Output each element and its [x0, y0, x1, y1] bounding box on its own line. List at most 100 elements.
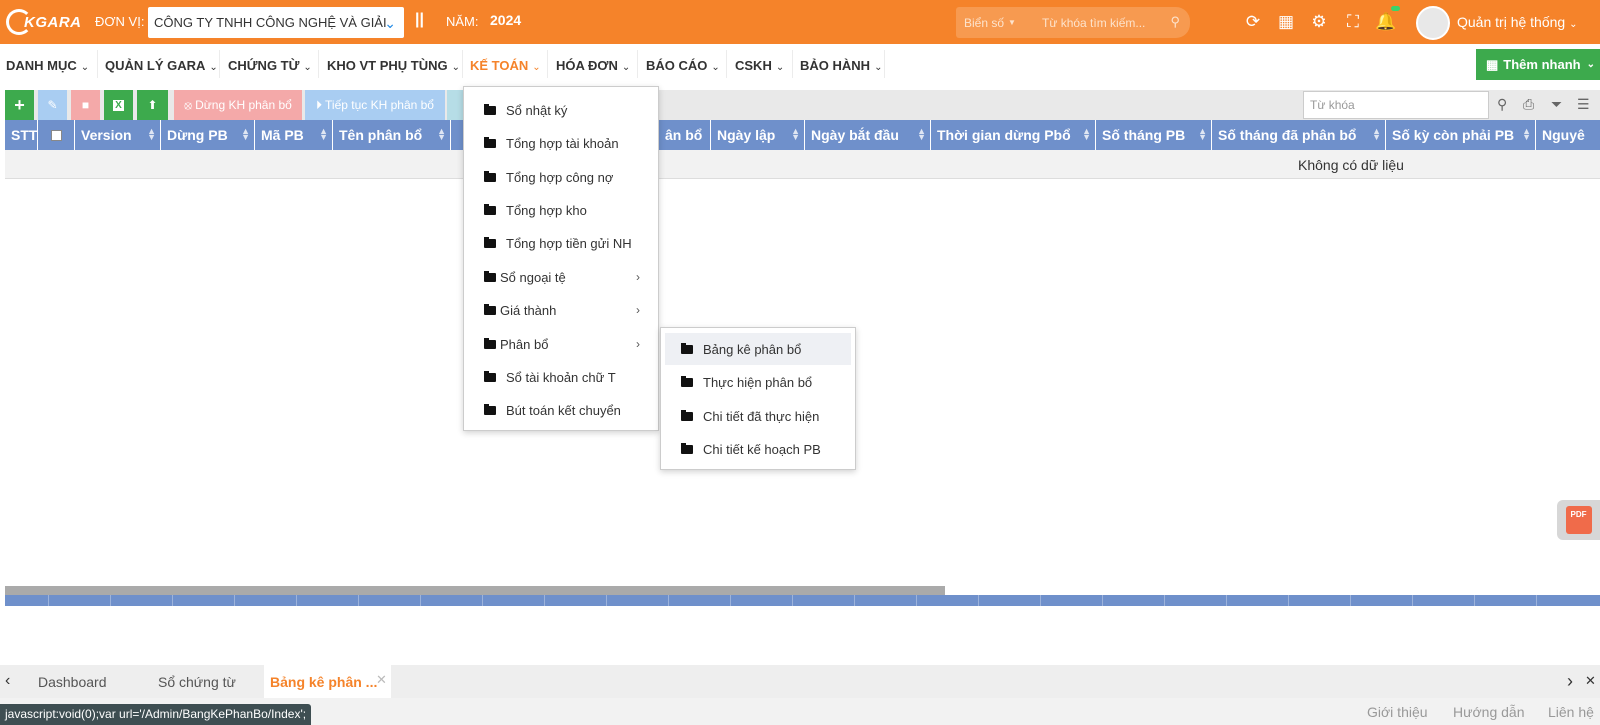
- col-so-ky-con-lai[interactable]: Số kỳ còn phải PB ▲ ▼: [1386, 120, 1536, 150]
- unit-select[interactable]: CÔNG TY TNHH CÔNG NGHỆ VÀ GIẢI ⌄: [148, 7, 404, 38]
- import-button[interactable]: ⬆: [137, 90, 168, 120]
- col-label: Ngày bắt đầu: [811, 127, 899, 143]
- search-icon[interactable]: ⚲: [1497, 96, 1507, 113]
- chevron-down-icon: ⌄: [1569, 19, 1578, 30]
- quick-add-button[interactable]: ▦ Thêm nhanh ⌄: [1476, 49, 1600, 80]
- plate-select-label: Biển số: [964, 15, 1005, 30]
- search-icon[interactable]: ⚲: [1170, 14, 1180, 30]
- menu-danh-muc[interactable]: DANH MỤC ⌄: [6, 58, 89, 73]
- pdf-button[interactable]: PDF: [1557, 500, 1600, 540]
- resume-icon: ⏵: [316, 97, 323, 112]
- menu-item-chi-tiet-ke-hoach-pb[interactable]: Chi tiết kế hoạch PB: [665, 433, 851, 465]
- select-all-checkbox[interactable]: [50, 129, 62, 141]
- menu-item-so-nhat-ky[interactable]: Sổ nhật ký: [464, 94, 658, 126]
- col-so-thang-da-pb[interactable]: Số tháng đã phân bổ ▲ ▼: [1212, 120, 1386, 150]
- col-ngay-lap[interactable]: Ngày lập ▲ ▼: [711, 120, 805, 150]
- export-excel-button[interactable]: X: [104, 90, 133, 120]
- edit-button[interactable]: ✎: [38, 90, 67, 120]
- folder-icon: [484, 270, 496, 282]
- footer-link-gioi-thieu[interactable]: Giới thiệu: [1367, 704, 1428, 720]
- tab-dashboard[interactable]: Dashboard: [38, 674, 107, 690]
- quick-add-label: Thêm nhanh: [1503, 57, 1581, 72]
- menu-divider: [792, 50, 793, 78]
- horizontal-scrollbar[interactable]: [5, 586, 945, 595]
- col-ten-phan-bo[interactable]: Tên phân bổ ▲ ▼: [333, 120, 451, 150]
- col-version[interactable]: Version ▲ ▼: [75, 120, 161, 150]
- menu-item-chi-tiet-da-thuc-hien[interactable]: Chi tiết đã thực hiện: [665, 400, 851, 432]
- col-nguyen[interactable]: Nguyê: [1536, 120, 1600, 150]
- fullscreen-icon[interactable]: ⛶: [1342, 11, 1364, 33]
- chevron-right-icon[interactable]: ›: [1567, 671, 1573, 692]
- menu-bao-hanh[interactable]: BẢO HÀNH ⌄: [800, 58, 882, 73]
- filter-icon[interactable]: ⏷: [1551, 96, 1562, 113]
- menu-bao-cao[interactable]: BÁO CÁO ⌄: [646, 58, 720, 73]
- sort-icon: ▲ ▼: [147, 126, 156, 142]
- menu-cskh[interactable]: CSKH ⌄: [735, 58, 784, 73]
- menu-quan-ly-gara[interactable]: QUẢN LÝ GARA ⌄: [105, 58, 218, 73]
- menu-divider: [219, 50, 220, 78]
- delete-button[interactable]: ■: [71, 90, 100, 120]
- bell-icon[interactable]: 🔔: [1375, 11, 1397, 33]
- tab-bang-ke-phan-bo[interactable]: Bảng kê phân ...: [270, 674, 377, 690]
- col-ngay-bat-dau[interactable]: Ngày bắt đầu ▲ ▼: [805, 120, 931, 150]
- menu-item-tong-hop-tai-khoan[interactable]: Tổng hợp tài khoản: [464, 127, 658, 159]
- footer-divider: [1536, 595, 1537, 606]
- menu-item-but-toan-ket-chuyen[interactable]: Bút toán kết chuyển: [464, 394, 658, 426]
- menu-kho-vt[interactable]: KHO VT PHỤ TÙNG ⌄: [327, 58, 460, 73]
- global-search-placeholder: Từ khóa tìm kiếm...: [1042, 15, 1146, 30]
- keyword-input[interactable]: Từ khóa: [1303, 91, 1489, 119]
- grid-icon[interactable]: ▦: [1275, 11, 1297, 33]
- folder-icon: [484, 103, 496, 115]
- status-url: javascript:void(0);var url='/Admin/BangK…: [0, 704, 312, 725]
- more-button[interactable]: [447, 90, 463, 120]
- add-button[interactable]: +: [5, 90, 34, 120]
- menu-chung-tu[interactable]: CHỨNG TỪ ⌄: [228, 58, 312, 73]
- global-search-input[interactable]: Từ khóa tìm kiếm... ⚲: [1022, 7, 1190, 38]
- chevron-left-icon[interactable]: ‹: [5, 672, 10, 690]
- close-all-tabs-icon[interactable]: ✕: [1585, 673, 1596, 689]
- menu-item-tong-hop-cong-no[interactable]: Tổng hợp công nợ: [464, 161, 658, 193]
- refresh-icon[interactable]: ⟳: [1242, 11, 1264, 33]
- menu-item-tong-hop-kho[interactable]: Tổng hợp kho: [464, 194, 658, 226]
- close-tab-icon[interactable]: ✕: [376, 672, 387, 688]
- footer-divider: [792, 595, 793, 606]
- menu-item-phan-bo[interactable]: Phân bổ ›: [464, 328, 658, 360]
- menu-item-gia-thanh[interactable]: Giá thành ›: [464, 294, 658, 326]
- sort-icon: ▲ ▼: [1522, 126, 1531, 142]
- continue-plan-button[interactable]: ⏵ Tiếp tục KH phân bổ: [305, 90, 445, 120]
- sort-icon: ▲ ▼: [1372, 126, 1381, 142]
- stop-plan-label: Dừng KH phân bổ: [195, 98, 292, 112]
- col-dung-pb[interactable]: Dừng PB ▲ ▼: [161, 120, 255, 150]
- column-list-icon[interactable]: ☰: [1577, 96, 1590, 113]
- menu-item-so-ngoai-te[interactable]: Sổ ngoại tệ ›: [464, 261, 658, 293]
- menu-item-bang-ke-phan-bo[interactable]: Bảng kê phân bổ: [665, 333, 851, 365]
- menu-label: DANH MỤC: [6, 58, 77, 73]
- avatar[interactable]: [1416, 6, 1450, 40]
- footer-link-huong-dan[interactable]: Hướng dẫn: [1453, 704, 1524, 720]
- menu-label: CHỨNG TỪ: [228, 58, 300, 73]
- plate-select[interactable]: Biển số ▼: [956, 7, 1022, 38]
- col-thoi-gian-dung[interactable]: Thời gian dừng Pbổ ▲ ▼: [931, 120, 1096, 150]
- col-ma-pb[interactable]: Mã PB ▲ ▼: [255, 120, 333, 150]
- col-stt[interactable]: STT: [5, 120, 38, 150]
- print-icon[interactable]: ⎙: [1523, 96, 1534, 113]
- folder-icon: [681, 409, 693, 421]
- menu-item-tong-hop-tien-gui[interactable]: Tổng hợp tiền gửi NH: [464, 227, 658, 259]
- menu-item-thuc-hien-phan-bo[interactable]: Thực hiện phân bổ: [665, 366, 851, 398]
- stop-plan-button[interactable]: ⦻ Dừng KH phân bổ: [174, 90, 302, 120]
- kgara-logo[interactable]: KGARA: [6, 6, 82, 38]
- col-label: Số tháng PB: [1102, 127, 1186, 143]
- menu-ke-toan[interactable]: KẾ TOÁN ⌄: [470, 58, 541, 73]
- tab-so-chung-tu[interactable]: Sổ chứng từ: [158, 674, 236, 690]
- menu-hoa-don[interactable]: HÓA ĐƠN ⌄: [556, 58, 630, 73]
- col-label: Dừng PB: [167, 127, 228, 143]
- year-value[interactable]: 2024: [490, 12, 521, 28]
- menu-item-so-tai-khoan-chu-t[interactable]: Sổ tài khoản chữ T: [464, 361, 658, 393]
- gear-icon[interactable]: ⚙: [1308, 11, 1330, 33]
- user-menu[interactable]: Quản trị hệ thống ⌄: [1457, 14, 1577, 30]
- footer-divider: [730, 595, 731, 606]
- footer-link-lien-he[interactable]: Liên hệ: [1548, 704, 1594, 720]
- col-select-all[interactable]: [38, 120, 75, 150]
- folder-icon: [484, 337, 496, 349]
- col-so-thang-pb[interactable]: Số tháng PB ▲ ▼: [1096, 120, 1212, 150]
